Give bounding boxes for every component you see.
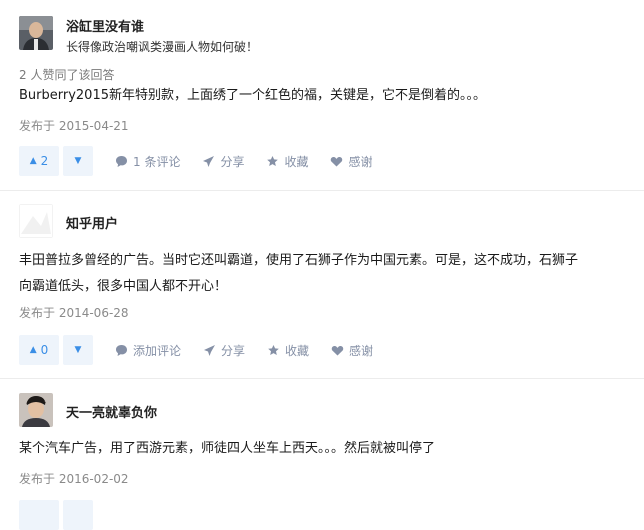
share-button[interactable]: 分享 [202,153,244,170]
avatar[interactable] [19,393,53,427]
answer-content-line: 向霸道低头，很多中国人都不开心！ [19,279,228,294]
answer-content: Burberry2015新年特别款，上面绣了一个红色的福，关键是，它不是倒着的。… [19,88,486,103]
avatar-image [19,204,53,238]
star-icon [267,155,279,166]
paper-plane-icon [203,155,215,167]
share-label: 分享 [221,343,246,358]
downvote-button[interactable]: ▼ [63,146,93,176]
avatar[interactable] [19,16,53,50]
author-name[interactable]: 天一亮就辜负你 [66,402,157,421]
avatar-image [19,393,53,427]
speech-bubble-icon [116,344,127,356]
speech-bubble-icon [116,155,127,167]
thanks-label: 感谢 [348,154,373,169]
author-bio: 长得像政治嘲讽类漫画人物如何破！ [66,40,259,54]
action-bar [19,500,115,530]
action-bar: ▲ 2 ▼ 1 条评论 分享 收藏 感谢 [19,146,395,176]
comment-button[interactable]: 1 条评论 [115,153,180,170]
paper-plane-icon [204,344,216,356]
avatar[interactable] [19,204,53,238]
upvote-button[interactable]: ▲ 0 [19,335,59,365]
downvote-button[interactable]: ▼ [63,335,93,365]
action-bar: ▲ 0 ▼ 添加评论 分享 收藏 感谢 [19,335,395,365]
favorite-label: 收藏 [285,343,310,358]
triangle-down-icon: ▼ [74,345,82,355]
answer-content: 某个汽车广告，用了西游元素，师徒四人坐车上西天。。。然后就被叫停了 [19,441,436,456]
favorite-button[interactable]: 收藏 [266,153,308,170]
author-name[interactable]: 浴缸里没有谁 [66,16,144,35]
divider [0,378,644,379]
heart-icon [331,345,344,355]
triangle-up-icon: ▲ [29,156,37,166]
star-icon [268,344,279,355]
divider [0,190,644,191]
comment-button[interactable]: 添加评论 [115,342,181,359]
triangle-up-icon: ▲ [29,345,37,355]
comment-label: 添加评论 [133,343,182,358]
share-label: 分享 [220,154,245,169]
triangle-down-icon: ▼ [74,156,82,166]
heart-icon [331,156,343,166]
upvote-count: 2 [40,154,49,168]
author-name[interactable]: 知乎用户 [66,213,118,232]
upvote-button[interactable] [19,500,59,530]
answer-content-line: 丰田普拉多曾经的广告。当时它还叫霸道，使用了石狮子作为中国元素。可是，这不成功，… [19,253,579,268]
comment-label: 1 条评论 [133,154,181,169]
thanks-button[interactable]: 感谢 [331,342,373,359]
downvote-button[interactable] [63,500,93,530]
votes-summary[interactable]: 2 人赞同了该回答 [19,66,114,83]
avatar-image [19,16,53,50]
upvote-count: 0 [40,343,49,357]
publish-date[interactable]: 发布于 2015-04-21 [19,117,129,134]
favorite-button[interactable]: 收藏 [267,342,309,359]
answer-content: 丰田普拉多曾经的广告。当时它还叫霸道，使用了石狮子作为中国元素。可是，这不成功，… [19,248,619,300]
upvote-button[interactable]: ▲ 2 [19,146,59,176]
favorite-label: 收藏 [284,154,309,169]
publish-date[interactable]: 发布于 2016-02-02 [19,470,129,487]
thanks-button[interactable]: 感谢 [330,153,373,170]
thanks-label: 感谢 [349,343,374,358]
publish-date[interactable]: 发布于 2014-06-28 [19,304,129,321]
share-button[interactable]: 分享 [203,342,245,359]
